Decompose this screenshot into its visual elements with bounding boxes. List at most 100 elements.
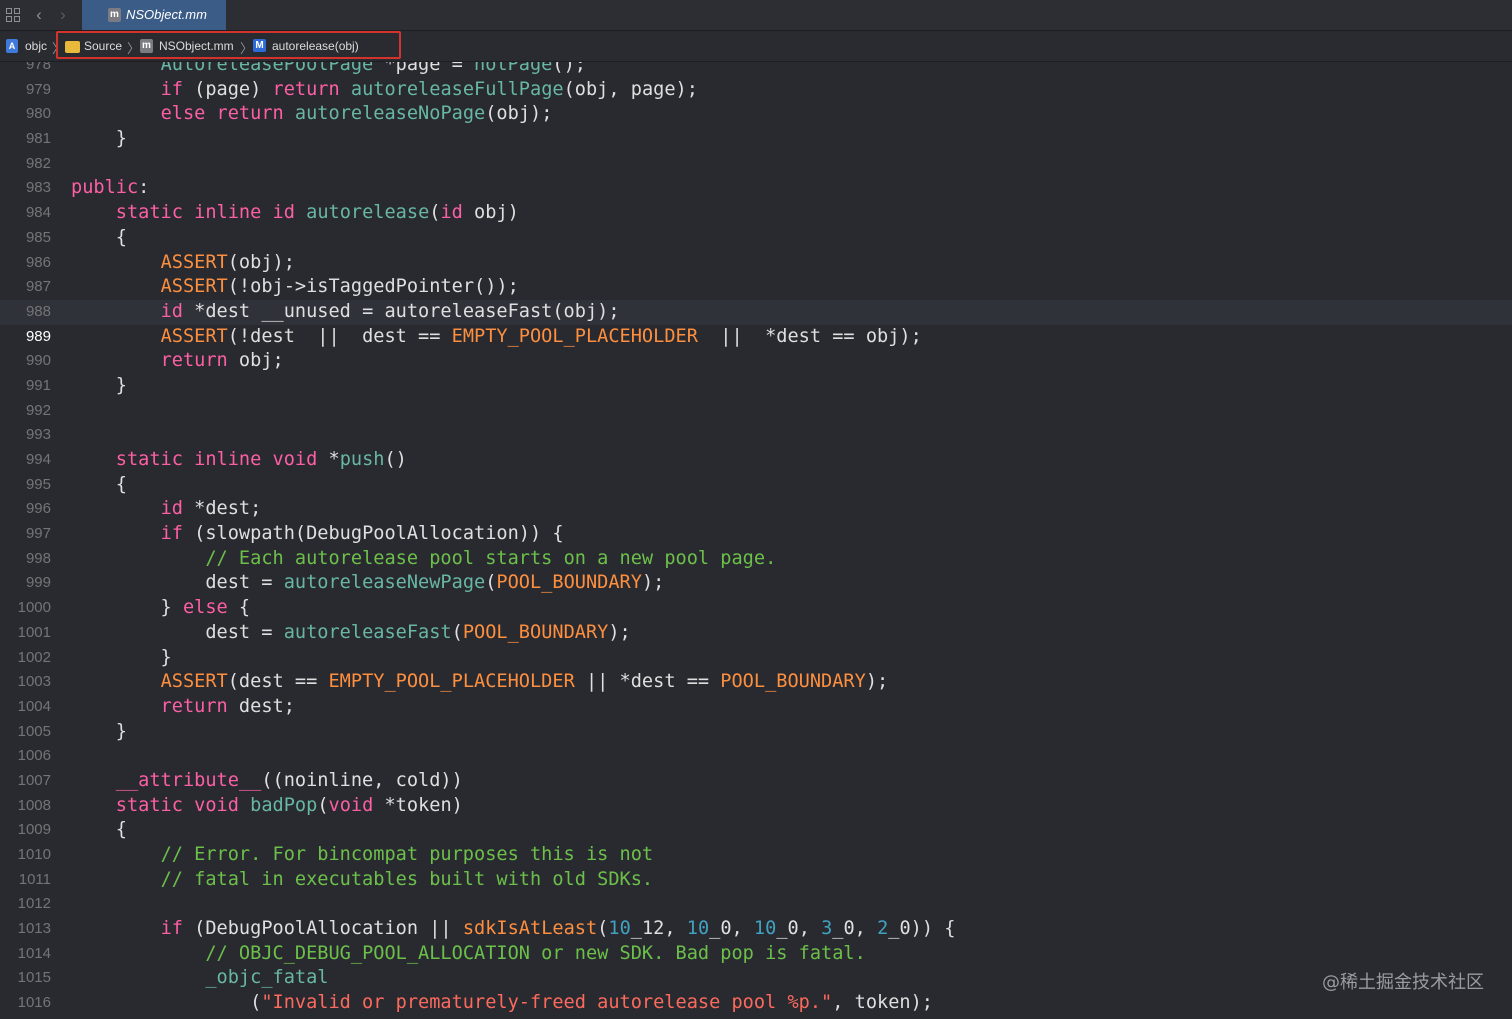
breadcrumb-label: objc (25, 39, 48, 53)
line-number: 1004 (17, 697, 51, 715)
code-token: _12, (630, 918, 687, 940)
line-number: 1015 (17, 969, 51, 987)
line-number: 1000 (17, 599, 51, 617)
code-line[interactable]: 996 id *dest; (0, 497, 1512, 522)
line-number: 1011 (18, 870, 51, 888)
code-line[interactable]: 1012 (0, 892, 1512, 917)
line-number: 1012 (17, 895, 51, 913)
grid-icon[interactable] (4, 5, 22, 25)
code-token: POOL_BOUNDARY (496, 572, 642, 594)
code-token: id (160, 498, 183, 520)
code-line[interactable]: 980 else return autoreleaseNoPage(obj); (0, 102, 1512, 127)
code-line[interactable]: 992 (0, 399, 1512, 424)
line-number: 1001 (17, 623, 51, 641)
code-token: id (272, 202, 295, 224)
code-token: ASSERT (160, 276, 228, 298)
code-text: } (71, 374, 127, 399)
code-line[interactable]: 1014 // OBJC_DEBUG_POOL_ALLOCATION or ne… (0, 942, 1512, 967)
code-line[interactable]: 986 ASSERT(obj); (0, 251, 1512, 276)
code-line[interactable]: 1015 _objc_fatal (0, 966, 1512, 991)
code-line[interactable]: 978 AutoreleasePoolPage *page = hotPage(… (0, 62, 1512, 78)
code-line[interactable]: 1016 ("Invalid or prematurely-freed auto… (0, 991, 1512, 1016)
code-text: } else { (71, 596, 251, 621)
code-line[interactable]: 984 static inline id autorelease(id obj) (0, 201, 1512, 226)
code-line[interactable]: 1008 static void badPop(void *token) (0, 794, 1512, 819)
code-line[interactable]: 979 if (page) return autoreleaseFullPage… (0, 78, 1512, 103)
code-line[interactable]: 1006 (0, 744, 1512, 769)
code-line[interactable]: 998 // Each autorelease pool starts on a… (0, 547, 1512, 572)
code-token: AutoreleasePoolPage (160, 62, 374, 75)
code-line[interactable]: 1004 return dest; (0, 695, 1512, 720)
back-button[interactable]: ‹ (31, 5, 47, 25)
code-text: ("Invalid or prematurely-freed autorelea… (71, 991, 933, 1016)
code-token: } (71, 646, 172, 668)
code-token: autoreleaseFullPage (350, 78, 564, 100)
code-line[interactable]: 982 (0, 152, 1512, 177)
editor-toolbar: ‹ › m NSObject.mm (0, 0, 1512, 31)
code-line[interactable]: 991 } (0, 374, 1512, 399)
code-token: *dest; (182, 498, 262, 520)
code-token: (obj, page); (563, 78, 698, 100)
code-line[interactable]: 1007 __attribute__((noinline, cold)) (0, 769, 1512, 794)
code-text: } (71, 127, 127, 152)
code-line[interactable]: 997 if (slowpath(DebugPoolAllocation)) { (0, 522, 1512, 547)
line-number: 1006 (17, 747, 51, 765)
code-text: AutoreleasePoolPage *page = hotPage(); (71, 62, 586, 78)
code-token: (obj); (227, 251, 295, 273)
code-line[interactable]: 994 static inline void *push() (0, 448, 1512, 473)
code-token: (obj); (485, 103, 553, 125)
code-line[interactable]: 1002 } (0, 646, 1512, 671)
code-line[interactable]: 1010 // Error. For bincompat purposes th… (0, 843, 1512, 868)
code-token: obj) (462, 202, 519, 224)
code-token: void (328, 794, 374, 816)
code-line[interactable]: 1009 { (0, 818, 1512, 843)
code-line[interactable]: 999 dest = autoreleaseNewPage(POOL_BOUND… (0, 571, 1512, 596)
code-line[interactable]: 1003 ASSERT(dest == EMPTY_POOL_PLACEHOLD… (0, 670, 1512, 695)
code-token: badPop (250, 794, 318, 816)
code-token: id (160, 300, 183, 322)
code-token: , token); (832, 992, 933, 1014)
code-token: _0, (709, 918, 754, 940)
line-number: 1010 (17, 846, 51, 863)
code-token: // Each autorelease pool starts on a new… (205, 547, 777, 569)
code-line[interactable]: 981 } (0, 127, 1512, 152)
code-line[interactable]: 995 { (0, 473, 1512, 498)
code-token: dest; (227, 695, 295, 717)
code-line[interactable]: 1005 } (0, 720, 1512, 745)
code-token: return (216, 103, 284, 125)
code-token: autoreleaseNoPage (294, 103, 486, 125)
code-text: } (71, 646, 172, 671)
line-number: 984 (25, 204, 51, 222)
code-text: // Each autorelease pool starts on a new… (71, 547, 776, 572)
code-text: { (71, 818, 127, 843)
code-token: ( (451, 621, 463, 643)
line-number: 994 (25, 451, 51, 468)
tab-nsobject-mm[interactable]: m NSObject.mm (82, 0, 226, 30)
code-line[interactable]: 1000 } else { (0, 596, 1512, 621)
code-token: ((noinline, cold)) (261, 769, 463, 791)
code-line[interactable]: 1001 dest = autoreleaseFast(POOL_BOUNDAR… (0, 621, 1512, 646)
code-token: } (71, 374, 127, 396)
code-line[interactable]: 1011 // fatal in executables built with … (0, 868, 1512, 893)
code-line[interactable]: 988 id *dest __unused = autoreleaseFast(… (0, 299, 1512, 325)
code-editor[interactable]: 978 AutoreleasePoolPage *page = hotPage(… (0, 62, 1512, 1019)
forward-button[interactable]: › (55, 5, 71, 25)
code-token: _objc_fatal (205, 967, 329, 989)
code-text: __attribute__((noinline, cold)) (71, 769, 463, 794)
code-token: { (71, 226, 127, 248)
code-line[interactable]: 985 { (0, 226, 1512, 251)
code-line[interactable]: 987 ASSERT(!obj->isTaggedPointer()); (0, 275, 1512, 300)
code-line[interactable]: 993 (0, 423, 1512, 448)
code-token: inline (194, 449, 262, 470)
code-line[interactable]: 1013 if (DebugPoolAllocation || sdkIsAtL… (0, 917, 1512, 942)
code-line[interactable]: 990 return obj; (0, 349, 1512, 374)
code-line[interactable]: 989 ASSERT(!dest || dest == EMPTY_POOL_P… (0, 325, 1512, 350)
code-line[interactable]: 983 public: (0, 176, 1512, 201)
code-token: sdkIsAtLeast (462, 918, 598, 940)
